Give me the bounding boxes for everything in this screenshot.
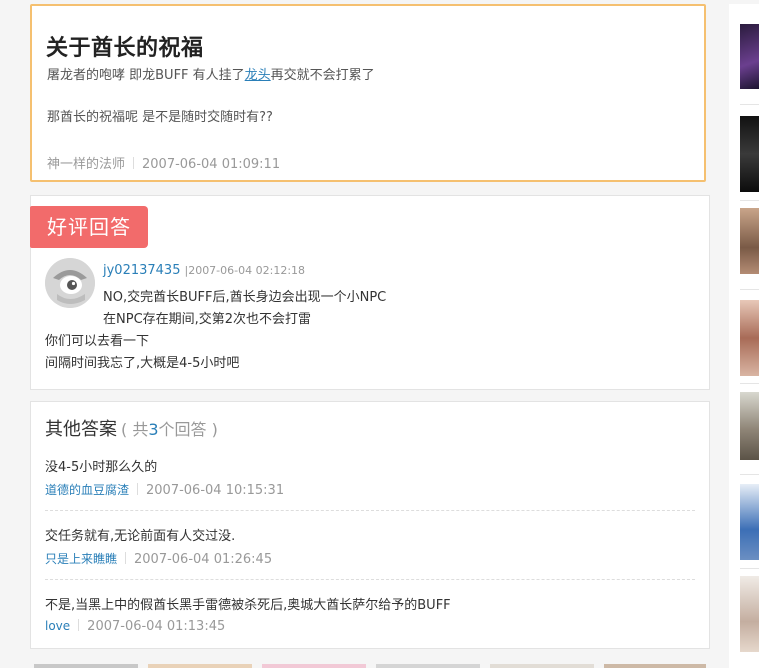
related-thumbnail[interactable]: [740, 300, 759, 376]
avatar[interactable]: [45, 258, 95, 308]
bottom-thumbnail[interactable]: [262, 664, 366, 668]
answer-line: 在NPC存在期间,交第2次也不会打雷: [103, 312, 312, 327]
question-meta: 神一样的法师 2007-06-04 01:09:11: [47, 153, 280, 172]
divider: [740, 200, 759, 201]
other-answer-item: 没4-5小时那么久的 道德的血豆腐渣 2007-06-04 10:15:31: [45, 456, 695, 498]
related-thumbnail[interactable]: [740, 208, 759, 274]
other-answer-item: 不是,当黑上中的假酋长黑手雷德被杀死后,奥城大酋长萨尔给予的BUFF love 2…: [45, 594, 695, 634]
answer-line: 你们可以去看一下: [45, 334, 150, 349]
divider: [740, 474, 759, 475]
other-answers-title: 其他答案: [45, 419, 117, 440]
other-answer-username[interactable]: 道德的血豆腐渣: [45, 483, 129, 497]
answer-line: NO,交完酋长BUFF后,酋长身边会出现一个小NPC: [103, 290, 387, 305]
divider: [133, 157, 135, 169]
best-answer-badge: 好评回答: [30, 206, 148, 248]
item-divider: [45, 510, 695, 511]
related-thumbnail[interactable]: [740, 576, 759, 652]
answer-count: ( 共3个回答 ): [121, 420, 218, 439]
answer-count-number: 3: [148, 420, 159, 439]
related-thumbnails-column: [729, 4, 759, 668]
other-answer-item: 交任务就有,无论前面有人交过没. 只是上来瞧瞧 2007-06-04 01:26:…: [45, 525, 695, 567]
related-thumbnail[interactable]: [740, 484, 759, 560]
answer-count-prefix: ( 共: [121, 420, 149, 439]
bottom-thumbnail[interactable]: [148, 664, 252, 668]
other-answer-meta: 道德的血豆腐渣 2007-06-04 10:15:31: [45, 481, 695, 498]
question-author[interactable]: 神一样的法师: [47, 157, 125, 172]
other-answer-meta: 只是上来瞧瞧 2007-06-04 01:26:45: [45, 550, 695, 567]
divider: [740, 383, 759, 384]
answer-line: 间隔时间我忘了,大概是4-5小时吧: [45, 356, 240, 371]
bottom-thumbnail[interactable]: [490, 664, 594, 668]
other-answers-heading: 其他答案( 共3个回答 ): [45, 415, 218, 441]
answer-username[interactable]: jy02137435: [103, 263, 180, 278]
best-answer-card: 好评回答 jy02137435 |2007-06-04 02:12:18 NO,交…: [30, 195, 710, 390]
divider: [740, 568, 759, 569]
other-answers-card: 其他答案( 共3个回答 ) 没4-5小时那么久的 道德的血豆腐渣 2007-06-…: [30, 401, 710, 649]
related-thumbnail[interactable]: [740, 392, 759, 460]
question-keyword-link[interactable]: 龙头: [245, 68, 271, 83]
other-answer-username[interactable]: love: [45, 619, 70, 633]
item-divider: [45, 579, 695, 580]
other-answer-text: 交任务就有,无论前面有人交过没.: [45, 529, 236, 544]
other-answer-text: 不是,当黑上中的假酋长黑手雷德被杀死后,奥城大酋长萨尔给予的BUFF: [45, 598, 451, 613]
related-thumbnail[interactable]: [740, 116, 759, 192]
other-answer-time: 2007-06-04 01:13:45: [87, 619, 226, 634]
question-body-text: 屠龙者的咆哮 即龙BUFF 有人挂了: [47, 68, 245, 83]
divider: [78, 619, 80, 631]
question-title: 关于酋长的祝福: [46, 36, 204, 61]
answer-count-suffix: 个回答 ): [158, 420, 218, 439]
other-answer-time: 2007-06-04 01:26:45: [134, 552, 273, 567]
question-body-line-1: 屠龙者的咆哮 即龙BUFF 有人挂了龙头再交就不会打累了: [47, 64, 375, 83]
divider: [740, 289, 759, 290]
question-body-line-2: 那酋长的祝福呢 是不是随时交随时有??: [47, 110, 273, 125]
default-avatar-icon: [45, 258, 95, 308]
related-thumbnail[interactable]: [740, 24, 759, 89]
bottom-thumbnail[interactable]: [604, 664, 706, 668]
other-answer-username[interactable]: 只是上来瞧瞧: [45, 552, 117, 566]
divider: [740, 104, 759, 105]
other-answer-text: 没4-5小时那么久的: [45, 460, 158, 475]
divider: [137, 483, 139, 495]
bottom-thumbnail[interactable]: [376, 664, 480, 668]
page: 关于酋长的祝福 屠龙者的咆哮 即龙BUFF 有人挂了龙头再交就不会打累了 那酋长…: [0, 0, 759, 668]
answer-meta: jy02137435 |2007-06-04 02:12:18: [103, 263, 305, 278]
question-card: 关于酋长的祝福 屠龙者的咆哮 即龙BUFF 有人挂了龙头再交就不会打累了 那酋长…: [30, 4, 706, 182]
bottom-thumbnail[interactable]: [34, 664, 138, 668]
question-body-text: 再交就不会打累了: [270, 68, 375, 83]
question-time: 2007-06-04 01:09:11: [142, 157, 281, 172]
other-answer-time: 2007-06-04 10:15:31: [146, 483, 285, 498]
answer-time: |2007-06-04 02:12:18: [184, 264, 306, 277]
other-answer-meta: love 2007-06-04 01:13:45: [45, 619, 695, 634]
divider: [125, 552, 127, 564]
